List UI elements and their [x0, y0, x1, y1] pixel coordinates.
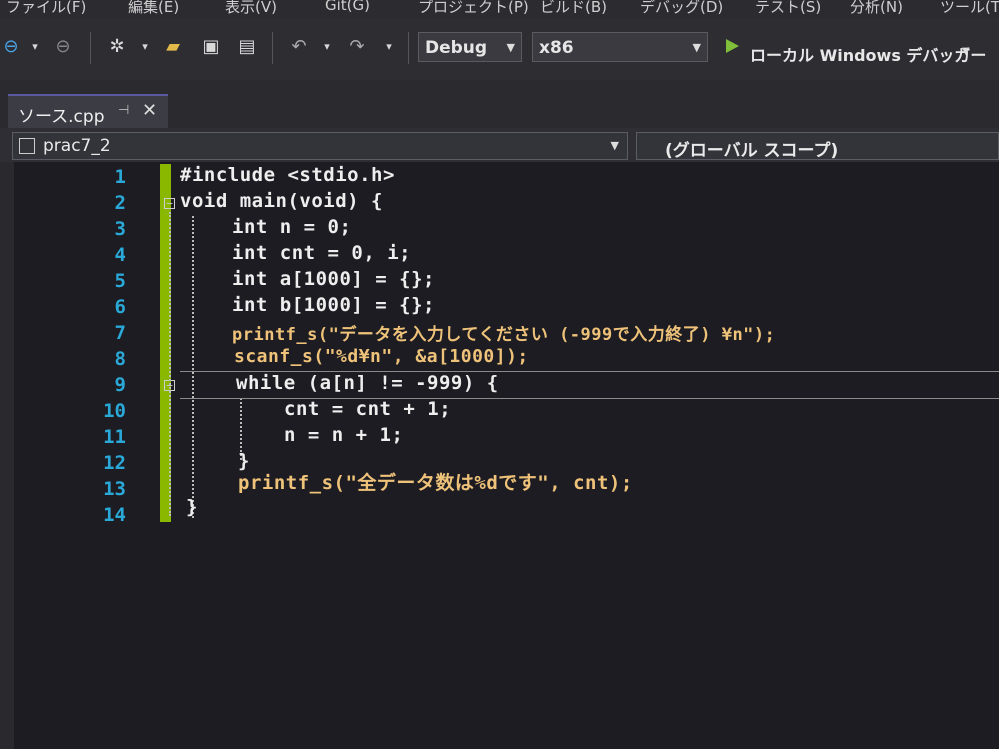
- menu-edit[interactable]: 編集(E): [128, 0, 179, 17]
- start-debugging-button[interactable]: ローカル Windows デバッガー: [750, 42, 986, 66]
- line-number: 1: [114, 166, 126, 188]
- open-folder-icon[interactable]: ▰: [162, 36, 184, 58]
- new-dropdown-icon[interactable]: ▾: [134, 36, 156, 58]
- menu-project[interactable]: プロジェクト(P): [418, 0, 529, 17]
- code-line[interactable]: int a[1000] = {};: [232, 268, 435, 290]
- line-number: 14: [103, 504, 126, 526]
- line-number: 9: [114, 374, 126, 396]
- menu-git[interactable]: Git(G): [325, 0, 370, 14]
- indent-guide: [192, 216, 194, 518]
- toolbox-side-strip[interactable]: [0, 162, 14, 749]
- line-number: 7: [114, 322, 126, 344]
- line-number: 11: [103, 426, 126, 448]
- redo-dropdown-icon[interactable]: ▾: [378, 36, 400, 58]
- play-icon[interactable]: [724, 38, 740, 54]
- close-icon[interactable]: ✕: [142, 100, 157, 121]
- toolbar-separator: [408, 32, 409, 64]
- code-line[interactable]: int n = 0;: [232, 216, 351, 238]
- toolbar-separator: [272, 32, 273, 64]
- project-dropdown[interactable]: prac7_2 ▼: [12, 132, 628, 160]
- undo-dropdown-icon[interactable]: ▾: [316, 36, 338, 58]
- code-line[interactable]: printf_s("全データ数は%dです", cnt);: [238, 468, 633, 495]
- menu-file[interactable]: ファイル(F): [6, 0, 86, 17]
- code-line[interactable]: scanf_s("%d¥n", &a[1000]);: [234, 346, 529, 367]
- code-line[interactable]: int b[1000] = {};: [232, 294, 435, 316]
- line-number: 2: [114, 192, 126, 214]
- tab-label: ソース.cpp: [18, 107, 105, 127]
- menu-view[interactable]: 表示(V): [225, 0, 277, 17]
- code-line[interactable]: printf_s("データを入力してください (-999で入力終了) ¥n");: [232, 320, 775, 345]
- configuration-value: Debug: [425, 38, 488, 58]
- new-project-icon[interactable]: ✲: [106, 36, 128, 58]
- menu-debug[interactable]: デバッグ(D): [640, 0, 723, 17]
- pin-icon[interactable]: ⊣: [118, 103, 129, 118]
- menu-test[interactable]: テスト(S): [755, 0, 821, 17]
- project-icon: [19, 138, 35, 154]
- line-number: 10: [103, 400, 126, 422]
- line-number: 8: [114, 348, 126, 370]
- collapse-icon[interactable]: −: [164, 198, 175, 209]
- line-number: 13: [103, 478, 126, 500]
- line-number: 4: [114, 244, 126, 266]
- back-dropdown-icon[interactable]: ▾: [24, 36, 46, 58]
- scope-dropdown[interactable]: (グローバル スコープ): [636, 132, 999, 161]
- platform-value: x86: [539, 38, 574, 58]
- scope-name: (グローバル スコープ): [665, 141, 839, 161]
- forward-icon[interactable]: ⊖: [52, 36, 74, 58]
- line-number: 12: [103, 452, 126, 474]
- chevron-down-icon: ▼: [692, 41, 701, 54]
- menu-build[interactable]: ビルド(B): [540, 0, 607, 17]
- redo-icon[interactable]: ↷: [346, 36, 368, 58]
- menu-tools[interactable]: ツール(T): [940, 0, 999, 17]
- save-all-icon[interactable]: ▤: [236, 36, 258, 58]
- code-line[interactable]: int cnt = 0, i;: [232, 242, 411, 264]
- line-number: 3: [114, 218, 126, 240]
- tab-source-cpp[interactable]: ソース.cpp ⊣ ✕: [8, 94, 168, 128]
- project-name: prac7_2: [43, 136, 111, 156]
- configuration-dropdown[interactable]: Debug ▼: [418, 32, 522, 62]
- code-line[interactable]: while (a[n] != -999) {: [236, 372, 499, 394]
- code-editor[interactable]: [0, 162, 999, 749]
- menu-bar: ファイル(F) 編集(E) 表示(V) Git(G) プロジェクト(P) ビルド…: [0, 0, 999, 18]
- code-line[interactable]: }: [186, 496, 198, 518]
- toolbar-separator: [90, 32, 91, 64]
- platform-dropdown[interactable]: x86 ▼: [532, 32, 708, 62]
- code-line[interactable]: n = n + 1;: [284, 424, 403, 446]
- line-number: 6: [114, 296, 126, 318]
- save-icon[interactable]: ▣: [200, 36, 222, 58]
- code-line[interactable]: void main(void) {: [180, 190, 383, 212]
- chevron-down-icon: ▼: [506, 41, 515, 54]
- undo-icon[interactable]: ↶: [288, 36, 310, 58]
- back-icon[interactable]: ⊖: [0, 36, 22, 58]
- code-line[interactable]: #include <stdio.h>: [180, 164, 395, 186]
- outline-guide: [169, 212, 171, 516]
- menu-analyze[interactable]: 分析(N): [850, 0, 903, 17]
- chevron-down-icon: ▼: [610, 139, 619, 152]
- line-number: 5: [114, 270, 126, 292]
- code-line[interactable]: cnt = cnt + 1;: [284, 398, 451, 420]
- run-dropdown-icon[interactable]: ▼: [962, 46, 970, 57]
